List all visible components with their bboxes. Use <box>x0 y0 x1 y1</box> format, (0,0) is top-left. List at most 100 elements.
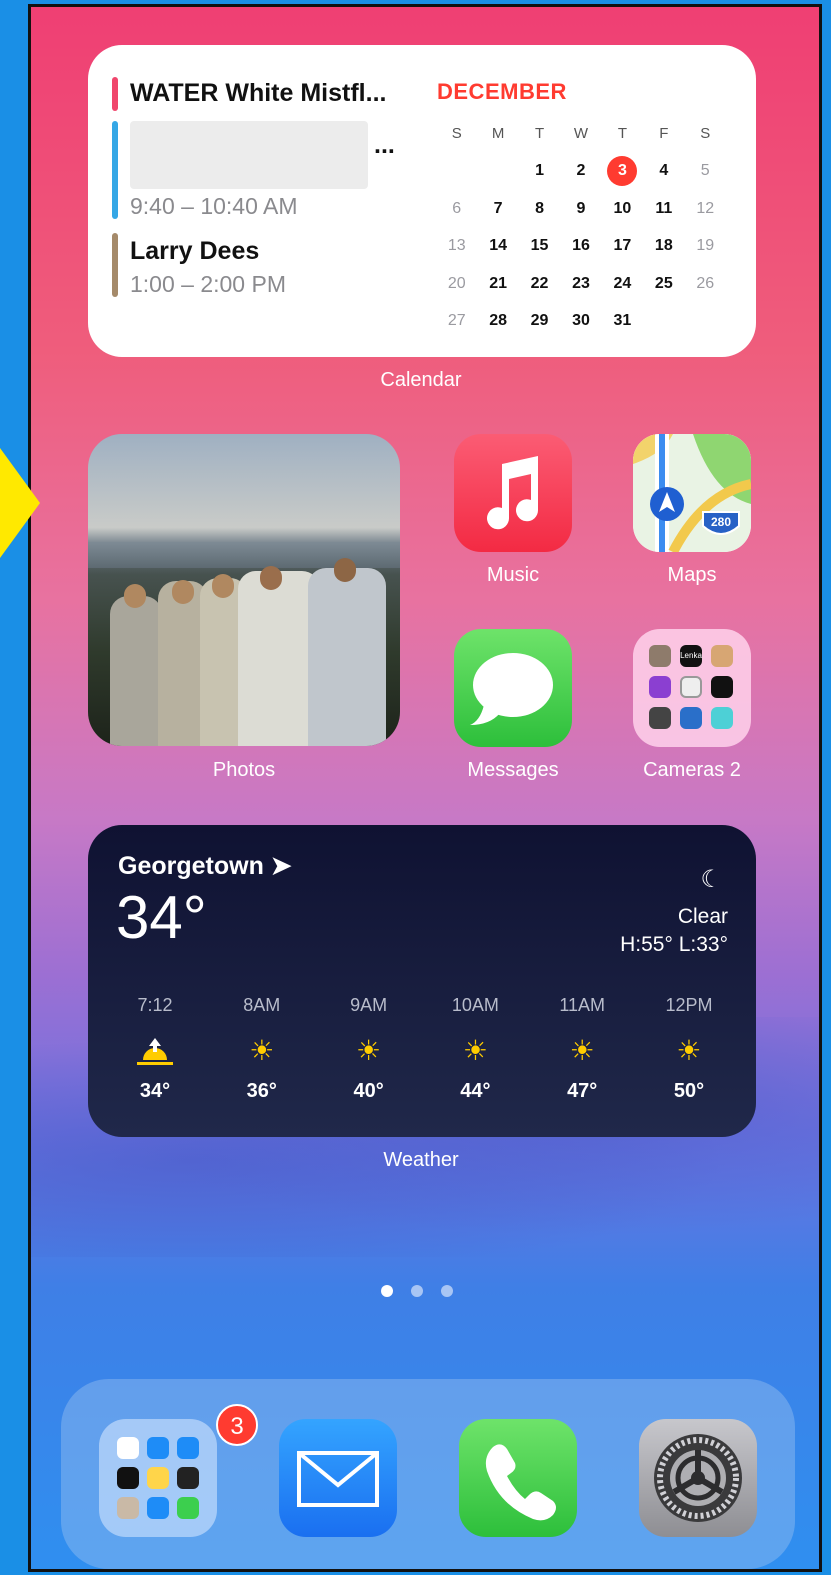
highway-shield-text: 280 <box>711 515 731 529</box>
calendar-day: 29 <box>530 312 549 330</box>
photos-widget[interactable] <box>88 434 400 746</box>
calendar-day: 14 <box>489 237 508 255</box>
forecast-temp: 50° <box>673 1080 705 1102</box>
page-indicator[interactable] <box>381 1285 453 1297</box>
page-dot[interactable] <box>411 1285 423 1297</box>
calendar-day-today: 3 <box>602 156 643 187</box>
folder-app-mini-icon <box>680 707 702 729</box>
page-dot-active[interactable] <box>381 1285 393 1297</box>
event-color-bar <box>112 77 118 111</box>
calendar-day: 11 <box>655 199 673 217</box>
gear-icon <box>654 1434 742 1522</box>
event-title-ellipsis: ... <box>374 131 395 159</box>
event-time: 9:40 – 10:40 AM <box>130 193 298 219</box>
maps-app-icon[interactable]: 280 <box>633 434 751 552</box>
weather-widget[interactable]: Georgetown ➤ 34° ☾ Clear H:55° L:33° 7:1… <box>88 825 756 1137</box>
folder-app-mini-icon <box>649 645 671 667</box>
calendar-day: 28 <box>489 312 508 330</box>
settings-app-icon[interactable] <box>639 1419 757 1537</box>
photos-label: Photos <box>212 759 276 781</box>
calendar-label: Calendar <box>380 369 462 391</box>
event-time: 1:00 – 2:00 PM <box>130 271 286 297</box>
dock-apps-folder-icon[interactable] <box>99 1419 217 1537</box>
weather-label: Weather <box>383 1149 459 1171</box>
calendar-day: 31 <box>613 312 632 330</box>
home-screen: WATER White Mistfl... ... 9:40 – 10:40 A… <box>28 4 822 1572</box>
weekday-header: F <box>659 125 669 143</box>
maps-icon: 280 <box>633 434 751 552</box>
calendar-day: 10 <box>613 199 632 217</box>
moon-stars-icon: ☾ <box>700 866 722 893</box>
calendar-day: 24 <box>613 274 632 292</box>
weather-temperature: 34° <box>116 884 207 951</box>
sun-icon: ☀ <box>676 1035 702 1066</box>
forecast-hour: 8AM ☀ 36° <box>209 995 315 1103</box>
page-dot[interactable] <box>441 1285 453 1297</box>
calendar-widget[interactable]: WATER White Mistfl... ... 9:40 – 10:40 A… <box>88 45 756 357</box>
weekday-header: T <box>617 125 627 143</box>
calendar-day: 30 <box>572 312 590 330</box>
calendar-day: 2 <box>576 162 586 180</box>
folder-app-mini-icon <box>711 707 733 729</box>
event-title: WATER White Mistfl... <box>130 79 387 107</box>
forecast-temp: 40° <box>353 1080 384 1102</box>
weather-condition: Clear <box>677 905 728 928</box>
calendar-day: 16 <box>572 237 590 255</box>
speech-bubble-icon <box>470 653 553 725</box>
forecast-hour: 10AM ☀ 44° <box>422 995 528 1103</box>
calendar-day: 6 <box>452 199 462 217</box>
event-title: Larry Dees <box>130 237 260 265</box>
music-app-icon[interactable] <box>454 434 572 552</box>
cameras-folder-label: Cameras 2 <box>643 759 741 781</box>
weekday-header: M <box>491 125 505 143</box>
calendar-event[interactable]: WATER White Mistfl... <box>112 75 412 115</box>
folder-app-mini-icon <box>680 676 702 698</box>
folder-app-mini-icon <box>649 707 671 729</box>
forecast-time: 8AM <box>243 995 281 1015</box>
calendar-day: 19 <box>696 237 715 255</box>
find-my-mini-icon <box>177 1497 199 1519</box>
calendar-day: 25 <box>654 274 673 292</box>
forecast-time: 10AM <box>451 995 499 1015</box>
calendar-event[interactable]: ... 9:40 – 10:40 AM <box>112 121 412 221</box>
forecast-temp: 36° <box>246 1080 277 1102</box>
photo-person <box>110 596 162 746</box>
sun-icon: ☀ <box>462 1035 488 1066</box>
calendar-day: 1 <box>535 162 544 180</box>
phone-app-icon[interactable] <box>459 1419 577 1537</box>
calendar-day: 20 <box>447 274 466 292</box>
app-store-mini-icon <box>147 1437 169 1459</box>
calendar-day: 8 <box>535 199 544 217</box>
photo-person-head <box>260 566 282 590</box>
messages-app-icon[interactable] <box>454 629 572 747</box>
calendar-day: 18 <box>654 237 673 255</box>
cameras-folder-icon[interactable]: Lenka <box>633 629 751 747</box>
forecast-temp: 47° <box>567 1080 598 1102</box>
forecast-time: 7:12 <box>137 995 173 1015</box>
calendar-event[interactable]: Larry Dees 1:00 – 2:00 PM <box>112 231 412 301</box>
notes-mini-icon <box>147 1467 169 1489</box>
forecast-hour: 7:12 34° <box>102 995 208 1103</box>
envelope-icon <box>297 1451 379 1507</box>
hourly-forecast: 7:12 34° 8AM ☀ 36° 9AM ☀ 40° 10AM ☀ 44° <box>102 995 742 1103</box>
calendar-day: 9 <box>576 199 586 217</box>
messages-label: Messages <box>467 759 559 781</box>
calendar-day: 21 <box>489 274 508 292</box>
forecast-time: 9AM <box>350 995 388 1015</box>
forecast-hour: 12PM ☀ 50° <box>636 995 742 1103</box>
photo-person <box>308 568 386 746</box>
weekday-header: S <box>700 125 711 143</box>
music-label: Music <box>486 564 540 586</box>
weekday-header: S <box>451 125 462 143</box>
phone-handset-icon <box>485 1444 556 1521</box>
calendar-day: 17 <box>613 237 632 255</box>
redacted-event-title <box>130 121 368 189</box>
calendar-day: 22 <box>530 274 549 292</box>
forecast-hour: 9AM ☀ 40° <box>316 995 422 1103</box>
sunrise-icon <box>102 1034 208 1068</box>
mail-app-icon[interactable] <box>279 1419 397 1537</box>
photo-person-head <box>212 574 234 598</box>
calendar-day: 27 <box>447 312 466 330</box>
forecast-hour: 11AM ☀ 47° <box>529 995 635 1103</box>
weather-high-low: H:55° L:33° <box>620 933 728 956</box>
